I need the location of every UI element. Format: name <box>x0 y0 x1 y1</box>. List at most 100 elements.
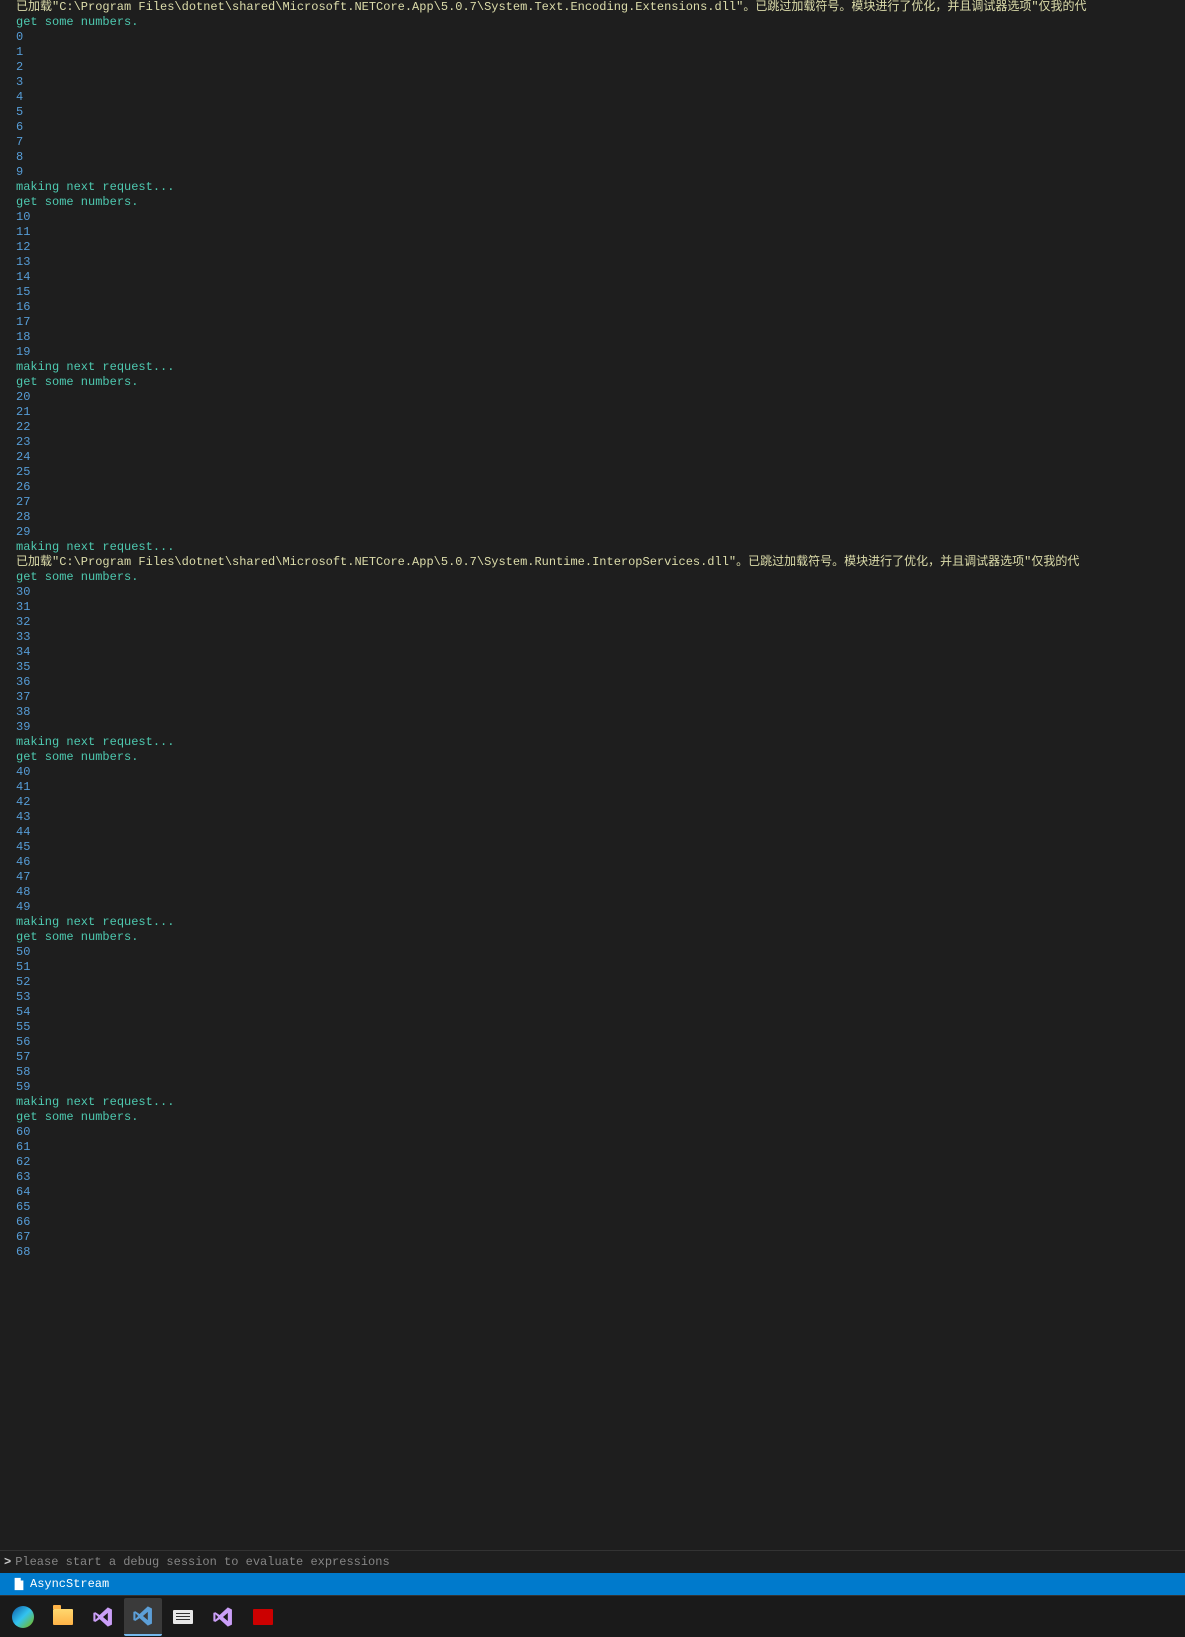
output-line: making next request... <box>16 1095 1169 1110</box>
output-line: 9 <box>16 165 1169 180</box>
output-line: 31 <box>16 600 1169 615</box>
output-line: 13 <box>16 255 1169 270</box>
output-line: 32 <box>16 615 1169 630</box>
document-icon <box>12 1577 26 1591</box>
output-line: 48 <box>16 885 1169 900</box>
taskbar-item-vs-purple-1[interactable] <box>84 1598 122 1636</box>
output-line: 27 <box>16 495 1169 510</box>
output-line: get some numbers. <box>16 1110 1169 1125</box>
output-line: 6 <box>16 120 1169 135</box>
output-line: 15 <box>16 285 1169 300</box>
output-line: 39 <box>16 720 1169 735</box>
taskbar-item-vs-blue[interactable] <box>124 1598 162 1636</box>
status-project[interactable]: AsyncStream <box>8 1573 113 1595</box>
output-line: 47 <box>16 870 1169 885</box>
visual-studio-icon <box>92 1606 114 1628</box>
output-line: 53 <box>16 990 1169 1005</box>
output-line: making next request... <box>16 915 1169 930</box>
output-line: 11 <box>16 225 1169 240</box>
output-line: 40 <box>16 765 1169 780</box>
output-line: 17 <box>16 315 1169 330</box>
output-line: 42 <box>16 795 1169 810</box>
taskbar-item-explorer[interactable] <box>44 1598 82 1636</box>
output-line: 30 <box>16 585 1169 600</box>
repl-input[interactable] <box>15 1553 1185 1571</box>
taskbar-item-typora[interactable] <box>164 1598 202 1636</box>
output-line: 16 <box>16 300 1169 315</box>
output-line: making next request... <box>16 540 1169 555</box>
repl-input-row: > <box>0 1550 1185 1573</box>
output-line: 已加载"C:\Program Files\dotnet\shared\Micro… <box>16 555 1169 570</box>
output-line: 28 <box>16 510 1169 525</box>
output-line: 18 <box>16 330 1169 345</box>
output-line: 41 <box>16 780 1169 795</box>
output-line: 54 <box>16 1005 1169 1020</box>
output-line: 58 <box>16 1065 1169 1080</box>
output-line: 34 <box>16 645 1169 660</box>
output-line: 35 <box>16 660 1169 675</box>
output-line: 23 <box>16 435 1169 450</box>
output-line: 62 <box>16 1155 1169 1170</box>
output-line: 24 <box>16 450 1169 465</box>
folder-icon <box>53 1609 73 1625</box>
output-line: 63 <box>16 1170 1169 1185</box>
output-line: 3 <box>16 75 1169 90</box>
output-line: 22 <box>16 420 1169 435</box>
output-line: 33 <box>16 630 1169 645</box>
taskbar <box>0 1595 1185 1637</box>
output-line: 5 <box>16 105 1169 120</box>
output-line: 46 <box>16 855 1169 870</box>
output-line: 7 <box>16 135 1169 150</box>
repl-prompt-icon: > <box>0 1555 15 1569</box>
output-line: 67 <box>16 1230 1169 1245</box>
output-line: 66 <box>16 1215 1169 1230</box>
taskbar-item-red-app[interactable] <box>244 1598 282 1636</box>
output-line: 68 <box>16 1245 1169 1260</box>
output-line: 61 <box>16 1140 1169 1155</box>
output-line: get some numbers. <box>16 195 1169 210</box>
output-line: 21 <box>16 405 1169 420</box>
output-line: 59 <box>16 1080 1169 1095</box>
document-icon <box>173 1610 193 1624</box>
output-line: 51 <box>16 960 1169 975</box>
output-line: get some numbers. <box>16 570 1169 585</box>
output-line: making next request... <box>16 360 1169 375</box>
output-line: 0 <box>16 30 1169 45</box>
status-project-name: AsyncStream <box>30 1577 109 1591</box>
output-line: 4 <box>16 90 1169 105</box>
output-line: 64 <box>16 1185 1169 1200</box>
output-line: 1 <box>16 45 1169 60</box>
status-bar: AsyncStream <box>0 1573 1185 1595</box>
output-line: 已加载"C:\Program Files\dotnet\shared\Micro… <box>16 0 1169 15</box>
debug-output-pane[interactable]: 已加载"C:\Program Files\dotnet\shared\Micro… <box>0 0 1185 1550</box>
app-icon <box>253 1609 273 1625</box>
output-line: get some numbers. <box>16 375 1169 390</box>
output-line: 14 <box>16 270 1169 285</box>
output-line: 26 <box>16 480 1169 495</box>
output-line: 19 <box>16 345 1169 360</box>
output-line: 12 <box>16 240 1169 255</box>
output-line: get some numbers. <box>16 15 1169 30</box>
edge-icon <box>12 1606 34 1628</box>
output-line: get some numbers. <box>16 930 1169 945</box>
output-line: 65 <box>16 1200 1169 1215</box>
output-line: 8 <box>16 150 1169 165</box>
output-line: 29 <box>16 525 1169 540</box>
output-line: 36 <box>16 675 1169 690</box>
output-line: 37 <box>16 690 1169 705</box>
output-line: 57 <box>16 1050 1169 1065</box>
visual-studio-icon <box>212 1606 234 1628</box>
output-line: 50 <box>16 945 1169 960</box>
output-line: 60 <box>16 1125 1169 1140</box>
taskbar-item-edge[interactable] <box>4 1598 42 1636</box>
output-line: 44 <box>16 825 1169 840</box>
taskbar-item-vs-purple-2[interactable] <box>204 1598 242 1636</box>
output-line: making next request... <box>16 735 1169 750</box>
output-line: 49 <box>16 900 1169 915</box>
output-line: 56 <box>16 1035 1169 1050</box>
output-line: 55 <box>16 1020 1169 1035</box>
output-line: 2 <box>16 60 1169 75</box>
output-line: 25 <box>16 465 1169 480</box>
output-line: 52 <box>16 975 1169 990</box>
output-line: 43 <box>16 810 1169 825</box>
